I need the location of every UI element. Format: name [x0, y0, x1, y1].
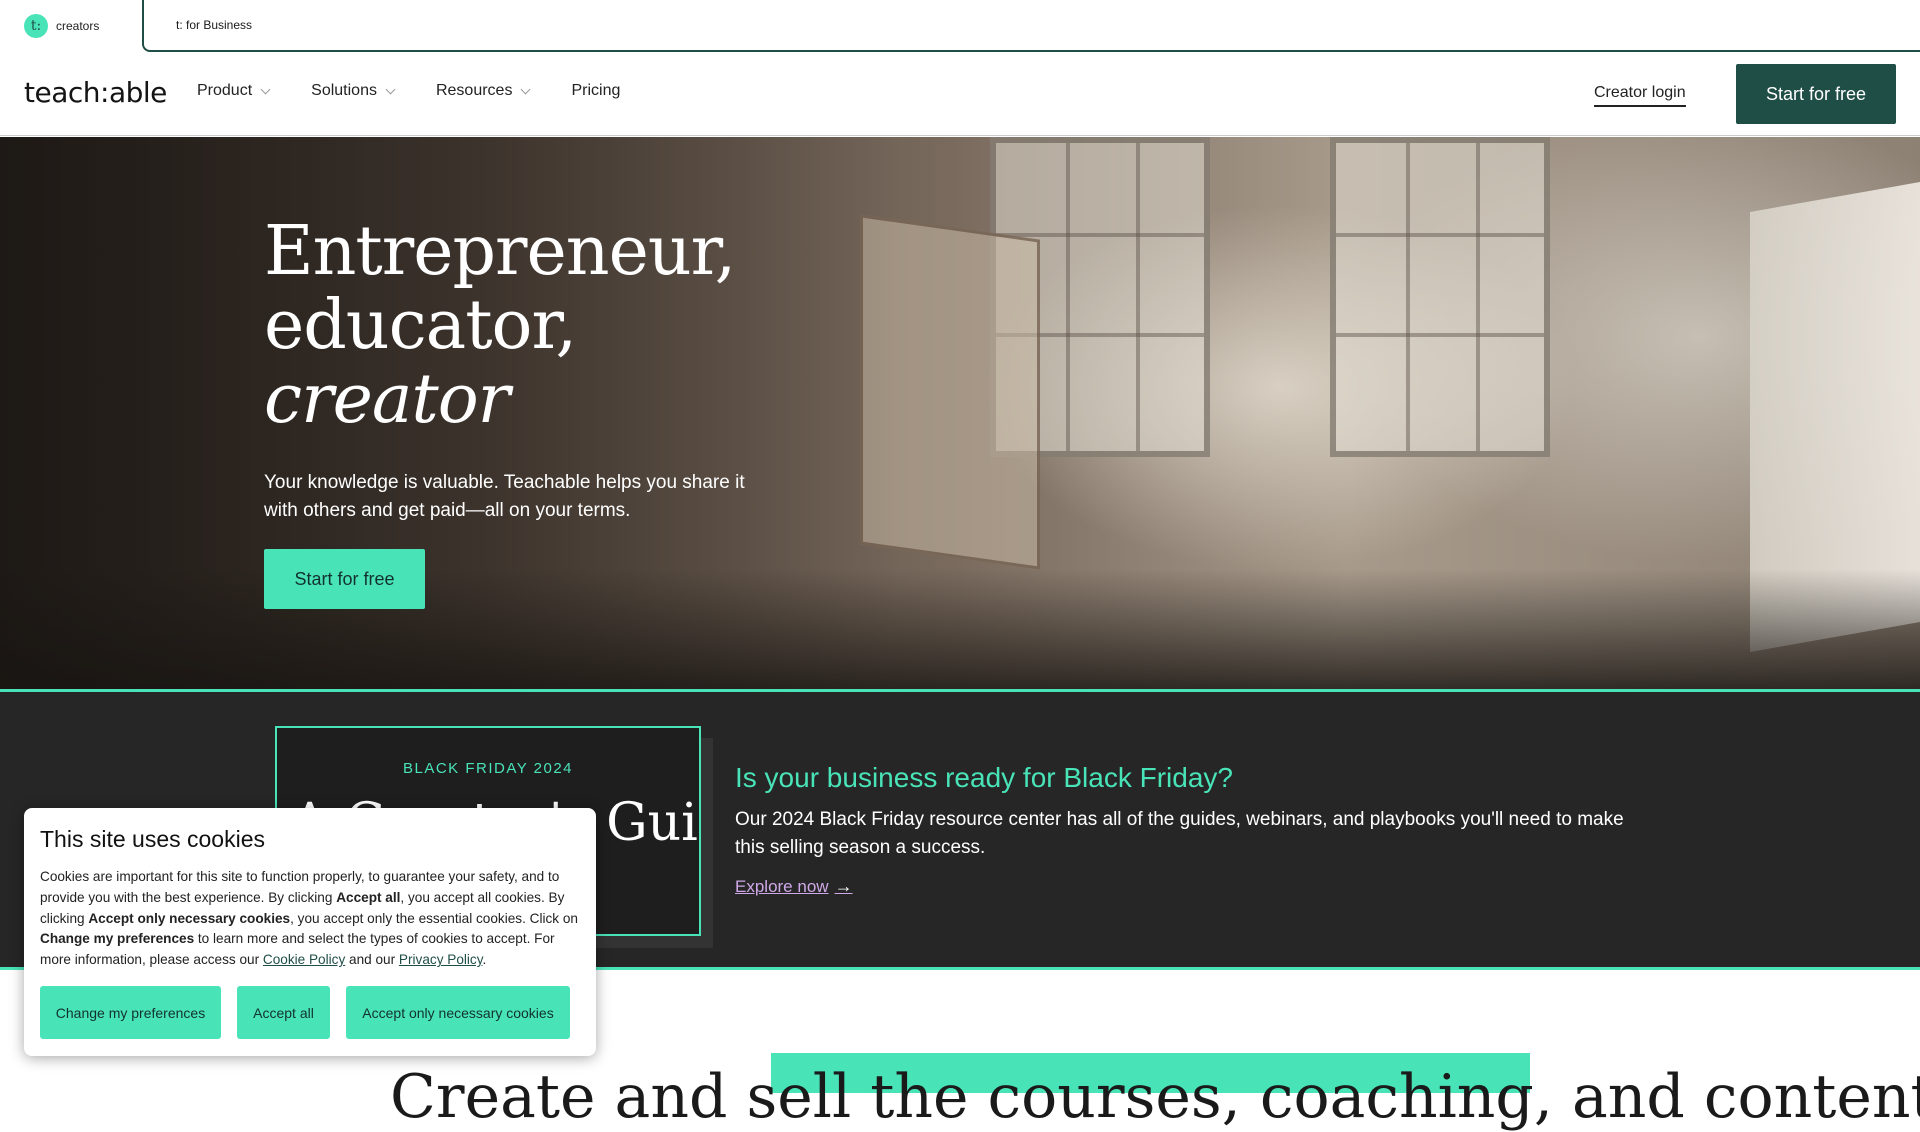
change-preferences-button[interactable]: Change my preferences [40, 986, 221, 1039]
section-heading: Create and sell the courses, coaching, a… [390, 1062, 1920, 1132]
hero-background-image [990, 137, 1550, 477]
hero-subtitle: Your knowledge is valuable. Teachable he… [264, 472, 745, 521]
nav-item-resources[interactable]: Resources [435, 82, 531, 100]
audience-switch-bar: t: creators t: for Business [0, 0, 1920, 52]
chevron-down-icon [260, 84, 271, 94]
teachable-t-icon: t: [24, 14, 48, 38]
hero-title-line: Entrepreneur, [264, 212, 736, 291]
nav-item-label: Solutions [311, 82, 377, 99]
black-friday-headline: Is your business ready for Black Friday? [735, 762, 1233, 793]
cookie-consent-dialog: This site uses cookies Cookies are impor… [24, 808, 596, 1056]
hero-section: Entrepreneur, educator, creator Your kno… [0, 137, 1920, 689]
nav-item-label: Pricing [571, 82, 621, 99]
tab-creators[interactable]: t: creators [0, 0, 142, 52]
nav-item-solutions[interactable]: Solutions [311, 82, 396, 100]
explore-now-link[interactable]: Explore now → [735, 876, 853, 897]
cookie-policy-link[interactable]: Cookie Policy [263, 952, 345, 967]
black-friday-description: Our 2024 Black Friday resource center ha… [735, 809, 1624, 858]
accept-necessary-button[interactable]: Accept only necessary cookies [346, 986, 570, 1039]
nav-item-label: Resources [435, 82, 513, 99]
nav-item-pricing[interactable]: Pricing [571, 82, 620, 100]
nav-menu: Product Solutions Resources Pricing [197, 82, 662, 100]
tab-business-label: t: for Business [176, 18, 253, 32]
window-shape [1330, 137, 1550, 457]
cookie-dialog-text: Cookies are important for this site to f… [40, 869, 578, 968]
cookie-buttons: Change my preferences Accept all Accept … [40, 986, 586, 1039]
chevron-down-icon [385, 84, 396, 94]
nav-item-label: Product [197, 82, 253, 99]
teachable-logo[interactable]: teach:able [24, 76, 167, 109]
card-eyebrow: BLACK FRIDAY 2024 [402, 760, 573, 777]
nav-item-product[interactable]: Product [197, 82, 271, 100]
start-for-free-hero-button[interactable]: Start for free [264, 549, 425, 609]
creator-login-link[interactable]: Creator login [1594, 84, 1686, 107]
heading-highlight: the courses, coaching, and content [870, 1062, 1920, 1132]
bold-accept-necessary: Accept only necessary cookies [88, 910, 291, 926]
bold-accept-all: Accept all [336, 889, 401, 905]
explore-now-label: Explore now [735, 876, 829, 896]
heading-start: Create and sell [390, 1062, 852, 1132]
tab-business[interactable]: t: for Business [142, 0, 1920, 52]
hero-title-line: creator [264, 360, 510, 439]
bold-change-prefs: Change my preferences [40, 931, 195, 947]
cookie-dialog-title: This site uses cookies [40, 826, 265, 852]
privacy-policy-link[interactable]: Privacy Policy [399, 952, 483, 967]
hero-title-line: educator, [264, 286, 577, 365]
accept-all-button[interactable]: Accept all [237, 986, 330, 1039]
arrow-right-icon: → [834, 876, 853, 896]
chevron-down-icon [521, 84, 531, 94]
hero-title: Entrepreneur, educator, creator [264, 212, 736, 439]
start-for-free-nav-button[interactable]: Start for free [1736, 64, 1896, 124]
tab-creators-label: creators [56, 19, 100, 33]
main-nav: teach:able Product Solutions Resources P… [0, 52, 1920, 136]
